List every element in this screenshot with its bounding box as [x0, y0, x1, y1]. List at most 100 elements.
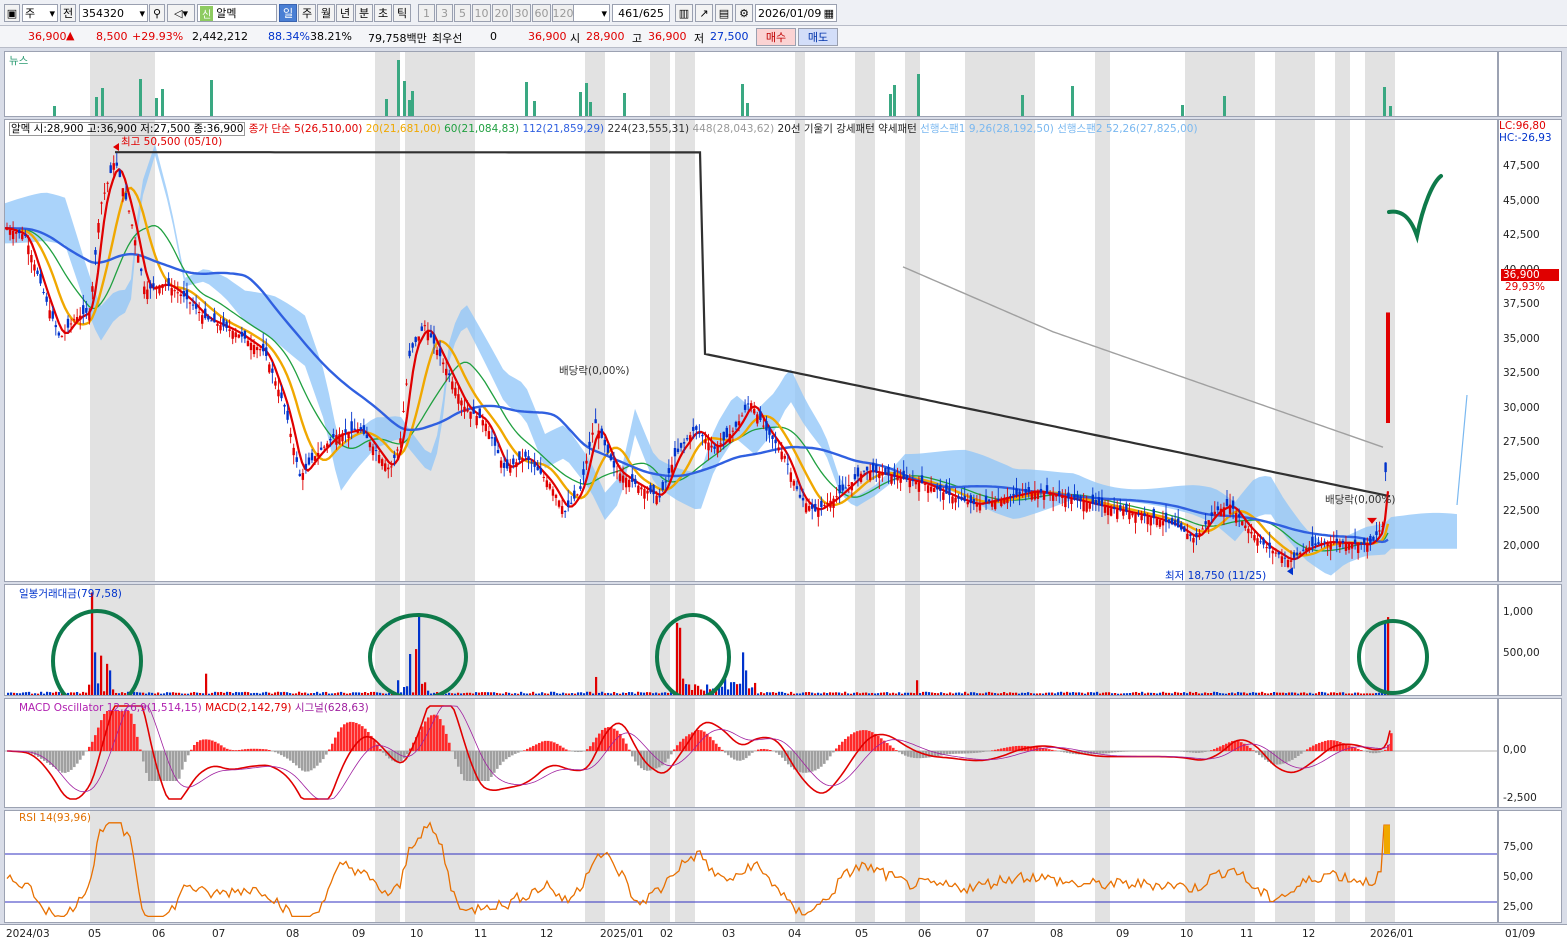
period-tab-5[interactable]: 초	[374, 4, 392, 22]
macd-histogram-bar	[184, 751, 187, 762]
save-icon[interactable]: ▤	[715, 4, 733, 22]
buy-button[interactable]: 매수	[756, 28, 796, 46]
interval-tab-120[interactable]: 120	[552, 4, 574, 22]
volume-bar	[559, 693, 562, 695]
candle-body	[615, 471, 619, 473]
macd-histogram-bar	[1105, 751, 1108, 754]
volume-bar	[1270, 692, 1273, 695]
volume-bar	[853, 692, 856, 695]
candle-body	[893, 471, 896, 477]
macd-panel[interactable]: MACD Oscillator 12,26,9(1,514,15) MACD(2…	[4, 698, 1498, 808]
period-tab-0[interactable]: 일	[279, 4, 297, 22]
volume-bar	[826, 693, 829, 695]
sell-button[interactable]: 매도	[798, 28, 838, 46]
volume-bar	[766, 692, 769, 695]
count-display[interactable]: 461/625	[612, 4, 670, 22]
period-tab-1[interactable]: 주	[298, 4, 316, 22]
macd-histogram-bar	[967, 751, 970, 754]
candle-body	[984, 495, 988, 503]
high-price: 36,900	[648, 30, 687, 43]
candle-body	[438, 348, 442, 357]
candle-body	[1344, 543, 1348, 551]
macd-histogram-bar	[199, 740, 202, 751]
candle-body	[143, 286, 146, 295]
macd-histogram-bar	[493, 751, 496, 773]
interval-tab-3[interactable]: 3	[436, 4, 453, 22]
candle-icon[interactable]: ▥	[675, 4, 693, 22]
candle-body	[417, 336, 420, 341]
period-tab-6[interactable]: 틱	[393, 4, 411, 22]
volume-bar	[817, 692, 820, 695]
interval-tab-60[interactable]: 60	[532, 4, 551, 22]
candle-body	[536, 466, 539, 471]
macd-histogram-bar	[532, 745, 535, 751]
period-tab-4[interactable]: 분	[355, 4, 373, 22]
interval-tab-30[interactable]: 30	[512, 4, 531, 22]
news-panel-title: 뉴스	[9, 55, 29, 67]
candle-body	[130, 224, 134, 226]
volume-bar	[1315, 693, 1318, 695]
shade-band	[1365, 120, 1395, 581]
volume-bar	[1075, 692, 1078, 695]
price-chart-panel[interactable]: 알멕 시:28,900 고:36,900 저:27,500 종:36,900 종…	[4, 119, 1498, 582]
volume-panel[interactable]: 일봉거래대금(797,58)	[4, 584, 1498, 696]
period-tab-2[interactable]: 월	[317, 4, 335, 22]
volume-bar	[19, 693, 22, 695]
candle-body	[1064, 497, 1067, 508]
candle-body	[387, 467, 390, 470]
compare-icon[interactable]: ↗	[695, 4, 713, 22]
macd-histogram-bar	[847, 736, 850, 751]
candle-body	[841, 484, 844, 491]
macd-histogram-bar	[499, 751, 502, 766]
rsi-panel[interactable]: RSI 14(93,96)	[4, 810, 1498, 923]
search-icon[interactable]: ⚲	[149, 4, 165, 22]
stock-code-input[interactable]: 354320 ▾	[79, 4, 148, 22]
news-panel[interactable]: 뉴스	[4, 51, 1498, 117]
macd-histogram-bar	[907, 751, 910, 757]
candle-body	[197, 311, 201, 314]
volume-bar	[298, 691, 301, 695]
macd-histogram-bar	[697, 729, 700, 751]
x-axis: 2024/03 05 06 07 08 09 10 11 12 2025/01 02 03 04 05 06…	[0, 924, 1567, 945]
low-marker-label: 최저 18,750 (11/25)	[1165, 570, 1267, 582]
chevron-down-icon: ▾	[49, 6, 55, 20]
price-tick: 47,500	[1503, 160, 1540, 172]
interval-tab-10[interactable]: 10	[472, 4, 491, 22]
stock-name-field[interactable]: 신 알멕	[197, 4, 277, 22]
candle-body	[804, 503, 808, 513]
volume-bar	[25, 692, 28, 695]
volume-bar	[277, 691, 280, 695]
window-icon[interactable]: ▣	[4, 4, 20, 22]
macd-histogram-bar	[1318, 742, 1321, 751]
speaker-icon[interactable]: ◁▾	[167, 4, 195, 22]
candle-body	[426, 330, 430, 341]
interval-tab-5[interactable]: 5	[454, 4, 471, 22]
macd-histogram-bar	[259, 748, 262, 751]
interval-tab-20[interactable]: 20	[492, 4, 511, 22]
period-tab-3[interactable]: 년	[336, 4, 354, 22]
candle-body	[762, 425, 765, 427]
date-input[interactable]: 2026/01/09 ▦	[755, 4, 837, 22]
candle-body	[951, 496, 954, 504]
macd-histogram-bar	[1213, 749, 1216, 751]
interval-dropdown[interactable]: ▾	[572, 4, 610, 22]
candle-body	[997, 498, 1000, 500]
candle-body	[1207, 520, 1210, 525]
macd-histogram-bar	[856, 731, 859, 751]
macd-histogram-bar	[592, 742, 595, 751]
candle-body	[380, 459, 384, 467]
volume-bar	[919, 693, 922, 695]
volume-bar	[1072, 692, 1075, 695]
volume-bar	[547, 693, 550, 695]
candle-body	[457, 394, 460, 404]
candle-body	[890, 476, 893, 484]
x-tick-label: 2025/01	[600, 928, 644, 940]
volume-bar	[247, 692, 250, 695]
shade-band	[1335, 699, 1350, 807]
volume-bar	[910, 692, 913, 695]
period-dropdown[interactable]: 주 ▾	[22, 4, 58, 22]
prefix-button[interactable]: 전	[60, 4, 76, 22]
interval-tab-1[interactable]: 1	[418, 4, 435, 22]
macd-histogram-bar	[304, 751, 307, 772]
gear-icon[interactable]: ⚙	[735, 4, 753, 22]
